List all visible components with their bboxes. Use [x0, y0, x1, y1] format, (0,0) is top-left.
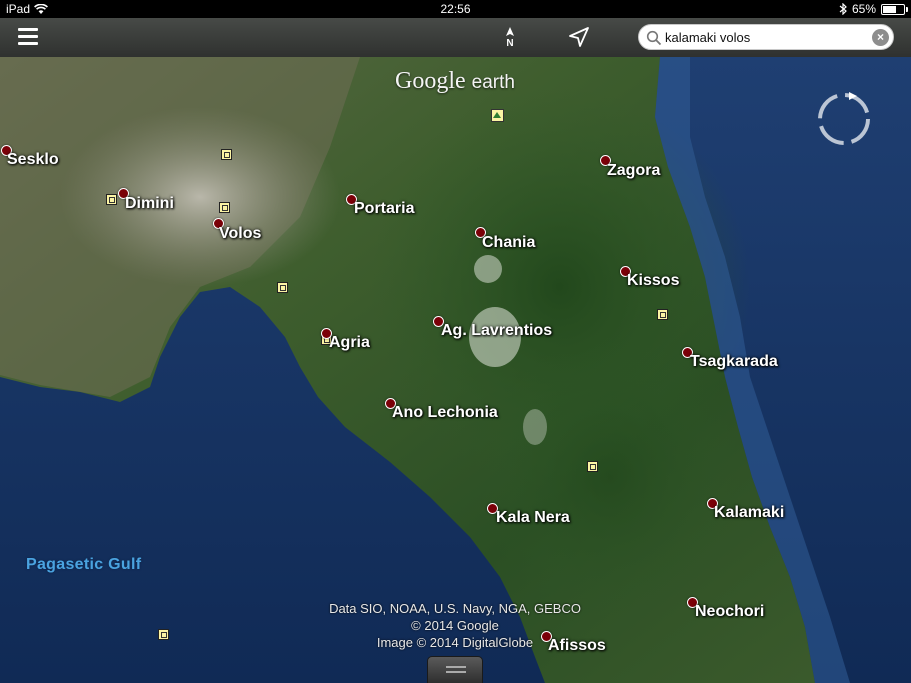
compass-label: N	[506, 38, 514, 49]
clear-x-icon[interactable]: ×	[872, 29, 889, 46]
north-arrow-icon	[506, 27, 514, 36]
place-label: Volos	[219, 225, 262, 242]
search-field[interactable]: ×	[638, 24, 894, 50]
clock: 22:56	[440, 2, 471, 16]
logo-earth: earth	[471, 72, 515, 93]
place-label: Tsagkarada	[690, 353, 778, 370]
status-bar: iPad 22:56 65%	[0, 0, 911, 18]
bluetooth-icon	[839, 3, 847, 15]
poi-marker[interactable]	[158, 629, 169, 640]
credit-line: Data SIO, NOAA, U.S. Navy, NGA, GEBCO	[329, 601, 581, 616]
place-label: Zagora	[607, 162, 661, 179]
map-view[interactable]: Google earth Sesklo Dimini Volos Portari…	[0, 57, 911, 683]
poi-marker[interactable]	[221, 149, 232, 160]
place-label: Dimini	[125, 195, 174, 212]
credit-line: © 2014 Google	[411, 618, 499, 633]
place-label: Chania	[482, 234, 536, 251]
toolbar: N ×	[0, 18, 911, 57]
credit-line: Image © 2014 DigitalGlobe	[376, 635, 534, 650]
map-credits: Data SIO, NOAA, U.S. Navy, NGA, GEBCO © …	[290, 600, 620, 651]
poi-marker[interactable]	[106, 194, 117, 205]
place-label: Kissos	[627, 272, 680, 289]
place-label: Ano Lechonia	[392, 404, 498, 421]
water-label: Pagasetic Gulf	[26, 556, 142, 573]
google-earth-logo: Google earth	[390, 68, 520, 95]
poi-marker[interactable]	[657, 309, 668, 320]
search-input[interactable]	[665, 28, 861, 47]
poi-marker[interactable]	[587, 461, 598, 472]
place-label: Neochori	[695, 603, 765, 620]
battery-icon	[881, 3, 908, 15]
battery-percent: 65%	[851, 2, 876, 16]
logo-google: Google	[395, 68, 466, 94]
magnifier-icon	[646, 30, 662, 46]
rotate-view-icon[interactable]	[813, 88, 875, 150]
battery-fill	[883, 5, 896, 13]
place-label: Agria	[329, 334, 370, 351]
poi-marker[interactable]	[219, 202, 230, 213]
place-label: Sesklo	[7, 151, 59, 168]
drawer-handle[interactable]	[427, 656, 483, 683]
location-arrow-button[interactable]	[567, 25, 591, 49]
mountain-marker[interactable]	[491, 109, 504, 122]
place-label: Portaria	[354, 200, 415, 217]
place-label: Kalamaki	[714, 504, 785, 521]
place-label: Ag. Lavrentios	[441, 322, 553, 339]
hamburger-menu-icon[interactable]	[18, 28, 38, 46]
poi-marker[interactable]	[277, 282, 288, 293]
location-arrow-icon	[569, 27, 589, 47]
compass-north-button[interactable]: N	[500, 26, 520, 52]
place-label: Kala Nera	[496, 509, 570, 526]
